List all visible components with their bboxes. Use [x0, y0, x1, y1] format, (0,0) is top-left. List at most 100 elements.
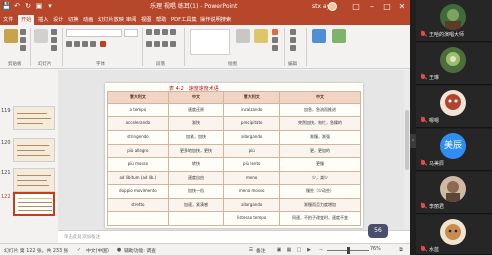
close-icon[interactable]: ✕ [396, 1, 408, 13]
slideshow-icon[interactable]: ▶ [306, 247, 312, 253]
cut-icon[interactable] [20, 29, 26, 35]
zoom-percentage[interactable]: 76% [370, 247, 381, 252]
tab-insert[interactable]: 插入 [38, 15, 48, 25]
language-indicator[interactable]: 中文(中国) [86, 247, 109, 254]
group-divider [142, 28, 143, 66]
reading-view-icon[interactable]: □ [296, 247, 302, 253]
font-name-box[interactable] [66, 29, 122, 37]
present-icon[interactable]: ▣ [35, 2, 43, 10]
thumbnail-text-line [18, 198, 52, 199]
align-left-icon[interactable] [146, 41, 152, 47]
ribbon-display-icon[interactable]: □ [350, 1, 362, 13]
font-size-box[interactable] [124, 29, 138, 37]
new-slide-icon[interactable] [34, 29, 48, 43]
table-cell [167, 211, 225, 226]
italic-icon[interactable] [74, 41, 80, 47]
scrollbar-thumb[interactable] [405, 110, 409, 170]
font-color-icon[interactable] [100, 41, 106, 47]
align-center-icon[interactable] [154, 41, 160, 47]
table-row: doppio movimento 加快一倍 meno mosso 慢些（少动些） [107, 184, 361, 199]
accessibility-status[interactable]: 辅助功能: 调查 [124, 247, 156, 254]
decrease-indent-icon[interactable] [162, 29, 168, 35]
zoom-slider-knob[interactable] [347, 247, 350, 254]
participant-tile[interactable]: 李丽君 [416, 172, 492, 214]
participant-tile[interactable]: 水蓝 [416, 215, 492, 255]
slide-thumbnail[interactable] [13, 138, 55, 162]
maximize-icon[interactable]: □ [381, 1, 393, 13]
redo-icon[interactable]: ↻ [24, 2, 32, 10]
thumbnail-number: 121 [1, 170, 11, 176]
tempo-terms-table[interactable]: 意大利文 中文 意大利文 中文 a tempo 速度还原 incalzando … [107, 91, 361, 226]
tell-me-search[interactable]: 操作说明搜索 [200, 15, 231, 25]
tab-home[interactable]: 开始 [18, 15, 35, 25]
spelling-icon[interactable]: ✓ [76, 247, 82, 253]
section-icon[interactable] [51, 45, 57, 51]
shape-effects-icon[interactable] [272, 45, 278, 51]
save-icon[interactable]: 💾 [2, 2, 11, 10]
participant-tile[interactable]: 王琳 [416, 43, 492, 85]
format-painter-icon[interactable] [20, 45, 26, 51]
table-cell: più mosso [107, 157, 169, 172]
slide-thumbnail-pane: 119 120 121 122 [0, 70, 58, 243]
tab-view[interactable]: 视图 [141, 15, 151, 25]
find-icon[interactable] [290, 29, 296, 35]
table-cell: ad libitum (ad lib.) [107, 170, 169, 186]
shape-outline-icon[interactable] [272, 37, 278, 43]
participant-name: 王琳 [429, 75, 440, 81]
customize-icon[interactable]: ▾ [46, 2, 54, 10]
participant-tile[interactable]: 王哈的演唱大师 [416, 0, 492, 42]
participant-name: 王哈的演唱大师 [429, 32, 465, 38]
slide-canvas[interactable]: 表 4-2 速度速度术语 意大利文 中文 意大利文 中文 a tempo 速度还… [105, 83, 363, 228]
reset-icon[interactable] [51, 37, 57, 43]
notes-toggle[interactable]: 备注 [256, 247, 266, 254]
participant-tile[interactable]: 美辰 马美辰 [416, 129, 492, 171]
slide-thumbnail[interactable] [13, 168, 55, 192]
tab-slideshow[interactable]: 幻灯片放映 [98, 15, 124, 25]
tab-help[interactable]: 帮助 [156, 15, 166, 25]
arrange-icon[interactable] [236, 29, 250, 43]
slide-thumbnail-selected[interactable] [13, 192, 55, 216]
copy-icon[interactable] [20, 37, 26, 43]
bold-icon[interactable] [66, 41, 72, 47]
accessibility-icon[interactable]: ● [116, 247, 122, 253]
notes-icon[interactable]: ☰ [248, 247, 254, 253]
notes-pane[interactable]: 单击此处添加备注 [58, 230, 410, 243]
designer-icon[interactable] [332, 29, 346, 43]
dictate-icon[interactable] [312, 29, 326, 43]
slide-thumbnail[interactable] [13, 106, 55, 130]
bullets-icon[interactable] [146, 29, 152, 35]
group-label-clipboard: 剪贴板 [8, 62, 22, 67]
numbering-icon[interactable] [154, 29, 160, 35]
quick-access-toolbar: 💾 ↶ ↻ ▣ ▾ [2, 2, 54, 10]
quick-styles-icon[interactable] [254, 29, 268, 43]
floating-badge[interactable]: 56 [368, 224, 388, 238]
table-cell: listesso tempo [223, 211, 281, 226]
undo-icon[interactable]: ↶ [13, 2, 21, 10]
justify-icon[interactable] [170, 41, 176, 47]
strikethrough-icon[interactable] [90, 41, 96, 47]
user-avatar[interactable] [328, 2, 337, 11]
shapes-gallery[interactable] [190, 29, 230, 55]
shape-fill-icon[interactable] [272, 29, 278, 35]
tab-pdf-tools[interactable]: PDF工具集 [171, 15, 197, 25]
fit-to-window-icon[interactable]: ⧉ [398, 247, 404, 253]
table-cell: 慢些（少动些） [279, 184, 361, 199]
tab-file[interactable]: 文件 [3, 15, 13, 25]
replace-icon[interactable] [290, 37, 296, 43]
minimize-icon[interactable]: – [366, 1, 378, 13]
participant-tile[interactable]: 嗯嗯 [416, 86, 492, 128]
tab-review[interactable]: 审阅 [126, 15, 136, 25]
align-right-icon[interactable] [162, 41, 168, 47]
select-icon[interactable] [290, 45, 296, 51]
slide-sorter-icon[interactable]: ▦ [286, 247, 292, 253]
tab-design[interactable]: 设计 [53, 15, 63, 25]
zoom-out-icon[interactable]: − [318, 247, 324, 253]
normal-view-icon[interactable]: ▣ [276, 247, 282, 253]
thumbnail-text-line [17, 113, 47, 114]
increase-indent-icon[interactable] [170, 29, 176, 35]
layout-icon[interactable] [51, 29, 57, 35]
paste-icon[interactable] [4, 29, 18, 43]
tab-transitions[interactable]: 切换 [68, 15, 78, 25]
underline-icon[interactable] [82, 41, 88, 47]
tab-animations[interactable]: 动画 [83, 15, 93, 25]
